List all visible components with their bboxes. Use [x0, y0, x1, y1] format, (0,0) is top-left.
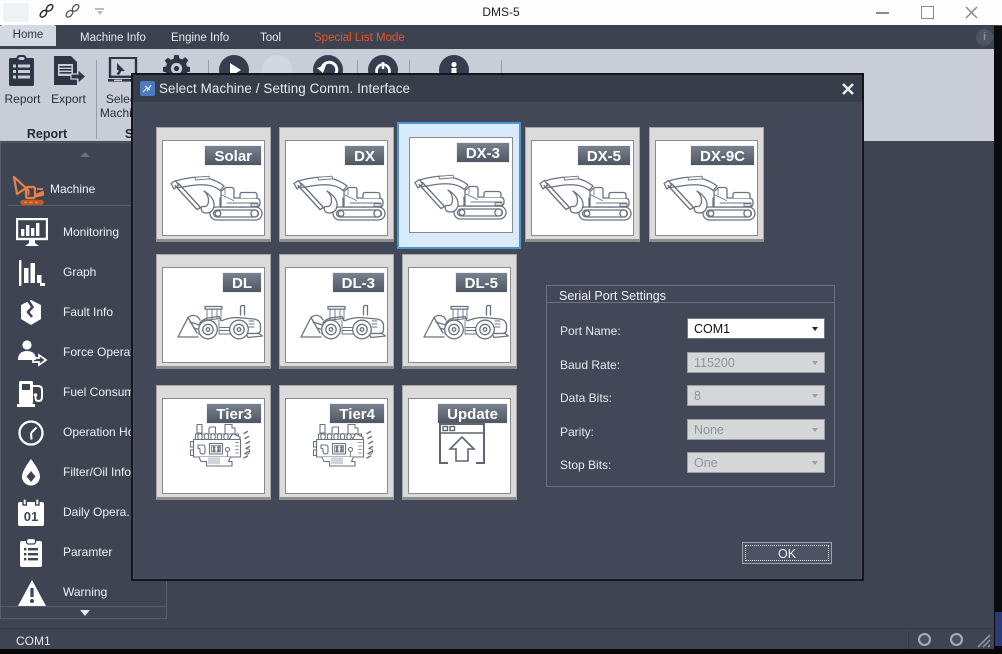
svg-text:01: 01 [24, 509, 38, 524]
